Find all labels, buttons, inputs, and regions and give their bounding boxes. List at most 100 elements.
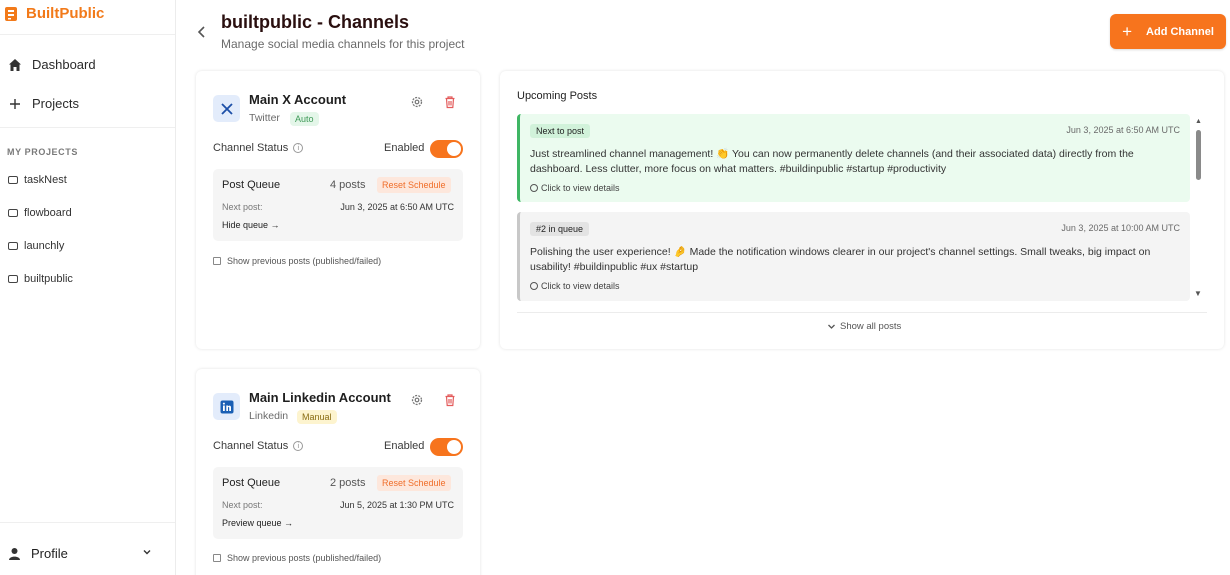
post-position-badge: #2 in queue: [530, 222, 590, 236]
preview-queue-link[interactable]: Preview queue →: [222, 518, 293, 528]
channel-platform: Linkedin: [249, 410, 289, 422]
post-queue-count: 2 posts: [330, 477, 366, 489]
nav-label-projects: Projects: [32, 96, 79, 111]
project-label: flowboard: [24, 207, 72, 219]
project-label: taskNest: [24, 174, 67, 186]
add-channel-button[interactable]: + Add Channel: [1110, 14, 1226, 49]
channel-platform: Twitter: [249, 112, 280, 124]
view-details-label: Click to view details: [541, 281, 620, 291]
clock-icon: [530, 282, 538, 290]
post-queue-count: 4 posts: [330, 179, 366, 191]
scrollbar-thumb[interactable]: [1196, 130, 1201, 180]
plus-icon: +: [1122, 22, 1133, 41]
brand-logo-icon: [5, 6, 17, 21]
show-all-posts-button[interactable]: Show all posts: [827, 321, 901, 332]
channel-name: Main X Account: [249, 92, 347, 107]
channel-card-x: Main X Account Twitter Auto Channel Stat…: [196, 71, 480, 349]
clock-icon: [530, 184, 538, 192]
project-item-flowboard[interactable]: flowboard: [8, 207, 72, 219]
delete-trash-icon[interactable]: [443, 393, 457, 407]
user-icon: [9, 548, 20, 560]
scroll-down-arrow-icon[interactable]: ▼: [1194, 289, 1202, 298]
posts-divider: [517, 312, 1207, 313]
channel-enabled-toggle[interactable]: [430, 140, 463, 158]
channel-card-linkedin: Main Linkedin Account Linkedin Manual Ch…: [196, 369, 480, 575]
add-channel-label: Add Channel: [1146, 25, 1214, 38]
settings-gear-icon[interactable]: [410, 95, 424, 109]
post-date: Jun 3, 2025 at 6:50 AM UTC: [1066, 125, 1180, 135]
project-item-tasknest[interactable]: taskNest: [8, 174, 67, 186]
nav-item-dashboard[interactable]: Dashboard: [8, 57, 96, 72]
folder-icon: [8, 275, 18, 283]
post-text: Just streamlined channel management! 👏 Y…: [530, 148, 1134, 175]
project-item-builtpublic[interactable]: builtpublic: [8, 273, 73, 285]
upcoming-post-item[interactable]: #2 in queue Jun 3, 2025 at 10:00 AM UTC …: [517, 212, 1190, 301]
post-queue-box: Post Queue 4 posts Reset Schedule Next p…: [213, 169, 463, 241]
x-logo-icon: [213, 95, 240, 122]
nav-item-projects[interactable]: Projects: [8, 96, 79, 111]
my-projects-heading: MY PROJECTS: [7, 147, 78, 157]
page-subtitle: Manage social media channels for this pr…: [221, 37, 465, 51]
linkedin-logo-icon: [213, 393, 240, 420]
info-icon[interactable]: i: [293, 441, 304, 451]
mode-badge: Manual: [297, 410, 337, 424]
folder-icon: [8, 242, 18, 250]
toggle-knob: [447, 440, 461, 454]
info-icon[interactable]: i: [293, 143, 304, 153]
plus-icon: [10, 98, 20, 109]
post-queue-title: Post Queue: [222, 179, 281, 191]
show-previous-label: Show previous posts (published/failed): [227, 553, 382, 563]
chevron-down-icon: [828, 324, 835, 329]
hide-queue-link[interactable]: Hide queue →: [222, 220, 280, 230]
brand[interactable]: BuiltPublic: [4, 5, 104, 22]
view-details-link[interactable]: Click to view details: [530, 281, 620, 291]
upcoming-posts-panel: Upcoming Posts Next to post Jun 3, 2025 …: [500, 71, 1224, 349]
post-position-badge: Next to post: [530, 124, 591, 138]
posts-scrollbar[interactable]: ▲ ▼: [1193, 118, 1203, 302]
brand-name: BuiltPublic: [26, 5, 105, 22]
sidebar-divider: [0, 34, 175, 35]
sidebar-divider: [0, 522, 175, 523]
toggle-knob: [447, 142, 461, 156]
channel-status-text: Channel Status: [213, 142, 289, 154]
show-previous-posts-checkbox[interactable]: Show previous posts (published/failed): [213, 256, 381, 266]
view-details-link[interactable]: Click to view details: [530, 183, 620, 193]
enabled-label: Enabled: [384, 440, 425, 452]
show-all-posts-label: Show all posts: [840, 321, 902, 332]
show-previous-label: Show previous posts (published/failed): [227, 256, 382, 266]
next-post-value: Jun 5, 2025 at 1:30 PM UTC: [339, 500, 454, 510]
delete-trash-icon[interactable]: [443, 95, 457, 109]
channel-status-label: Channel Status i: [213, 440, 304, 452]
page-title: builtpublic - Channels: [221, 12, 409, 32]
show-previous-posts-checkbox[interactable]: Show previous posts (published/failed): [213, 553, 381, 563]
reset-schedule-button[interactable]: Reset Schedule: [377, 475, 451, 491]
upcoming-post-item[interactable]: Next to post Jun 3, 2025 at 6:50 AM UTC …: [517, 114, 1190, 202]
project-item-launchly[interactable]: launchly: [8, 240, 64, 252]
channel-name: Main Linkedin Account: [249, 390, 391, 405]
mode-badge: Auto: [290, 112, 319, 126]
folder-icon: [8, 209, 18, 217]
project-label: builtpublic: [24, 273, 73, 285]
project-label: launchly: [24, 240, 65, 252]
channel-enabled-toggle[interactable]: [430, 438, 463, 456]
reset-schedule-button[interactable]: Reset Schedule: [377, 177, 451, 193]
sidebar: BuiltPublic Dashboard Projects MY PROJEC…: [0, 0, 176, 575]
view-details-label: Click to view details: [541, 183, 620, 193]
next-post-label: Next post:: [222, 202, 263, 212]
checkbox[interactable]: [213, 554, 221, 562]
post-queue-box: Post Queue 2 posts Reset Schedule Next p…: [213, 467, 463, 539]
settings-gear-icon[interactable]: [410, 393, 424, 407]
sidebar-divider: [0, 127, 175, 128]
upcoming-posts-title: Upcoming Posts: [517, 90, 598, 102]
post-date: Jun 3, 2025 at 10:00 AM UTC: [1061, 223, 1180, 233]
channel-status-label: Channel Status i: [213, 142, 304, 154]
home-icon: [9, 58, 21, 71]
channel-status-text: Channel Status: [213, 440, 289, 452]
scroll-up-arrow-icon[interactable]: ▲: [1195, 118, 1202, 125]
profile-menu[interactable]: Profile: [8, 546, 158, 561]
next-post-value: Jun 3, 2025 at 6:50 AM UTC: [340, 202, 454, 212]
enabled-label: Enabled: [384, 142, 425, 154]
nav-label-dashboard: Dashboard: [32, 57, 96, 72]
back-arrow-icon[interactable]: [194, 24, 210, 40]
checkbox[interactable]: [213, 257, 221, 265]
